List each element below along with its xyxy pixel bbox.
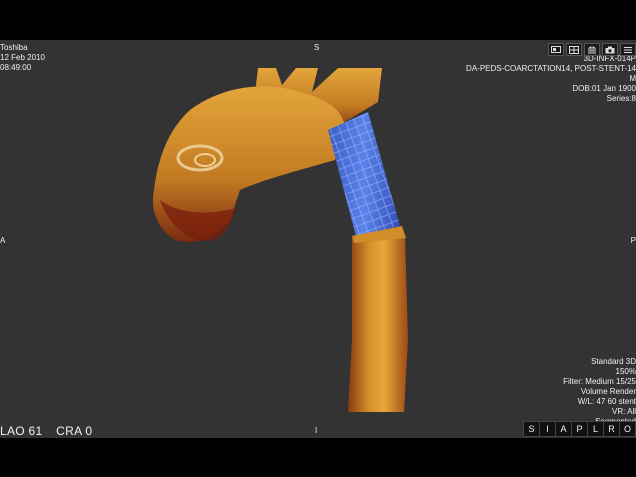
orient-button-p[interactable]: P [571, 421, 588, 437]
orientation-left: A [0, 236, 6, 245]
patient-sex: M [629, 74, 636, 83]
orientation-right: P [630, 236, 636, 245]
render-preset: Standard 3D [591, 357, 636, 366]
layout-icon[interactable] [566, 43, 582, 56]
patient-info-top-right: 3D-INFX-014P DA-PEDS-COARCTATION14, POST… [466, 54, 636, 104]
hands-icon[interactable] [584, 43, 600, 56]
bottom-bar [0, 438, 636, 477]
patient-dob: DOB:01 Jan 1900 [572, 84, 636, 93]
3d-viewport[interactable]: Toshiba 12 Feb 2010 08:49:00 3D-INFX-014… [0, 40, 636, 438]
render-info-bottom-right: Standard 3D 150% Filter: Medium 15/25 Vo… [563, 357, 636, 427]
orient-button-a[interactable]: A [555, 421, 572, 437]
orient-button-i[interactable]: I [539, 421, 556, 437]
orient-button-s[interactable]: S [523, 421, 540, 437]
lao-angle: LAO 61 [0, 424, 43, 438]
viewer-toolbar [548, 43, 636, 56]
orientation-top: S [314, 43, 320, 52]
vr-setting: VR: All [611, 407, 636, 416]
window-level: W/L: 47 60 stent [577, 397, 636, 406]
orient-button-o[interactable]: O [619, 421, 636, 437]
zoom-level: 150% [615, 367, 636, 376]
orient-button-r[interactable]: R [603, 421, 620, 437]
monitor-icon[interactable] [548, 43, 564, 56]
render-mode: Volume Render [580, 387, 636, 396]
cra-angle: CRA 0 [56, 424, 93, 438]
study-time: 08:49:00 [0, 63, 32, 72]
study-info-top-left: Toshiba 12 Feb 2010 08:49:00 [0, 43, 45, 73]
top-bar [0, 0, 636, 40]
study-date: 12 Feb 2010 [0, 53, 45, 62]
manufacturer: Toshiba [0, 43, 28, 52]
orient-button-l[interactable]: L [587, 421, 604, 437]
descending-aorta [348, 232, 408, 412]
projection-angles: LAO 61 CRA 0 [0, 424, 102, 438]
study-description: DA-PEDS-COARCTATION14, POST-STENT-14 [466, 64, 636, 73]
series-number: Series:8 [606, 94, 636, 103]
orientation-bottom: I [315, 426, 318, 435]
menu-icon[interactable] [620, 43, 636, 56]
camera-icon[interactable] [602, 43, 618, 56]
filter-setting: Filter: Medium 15/25 [563, 377, 636, 386]
orientation-button-bar: S I A P L R O [523, 421, 636, 437]
